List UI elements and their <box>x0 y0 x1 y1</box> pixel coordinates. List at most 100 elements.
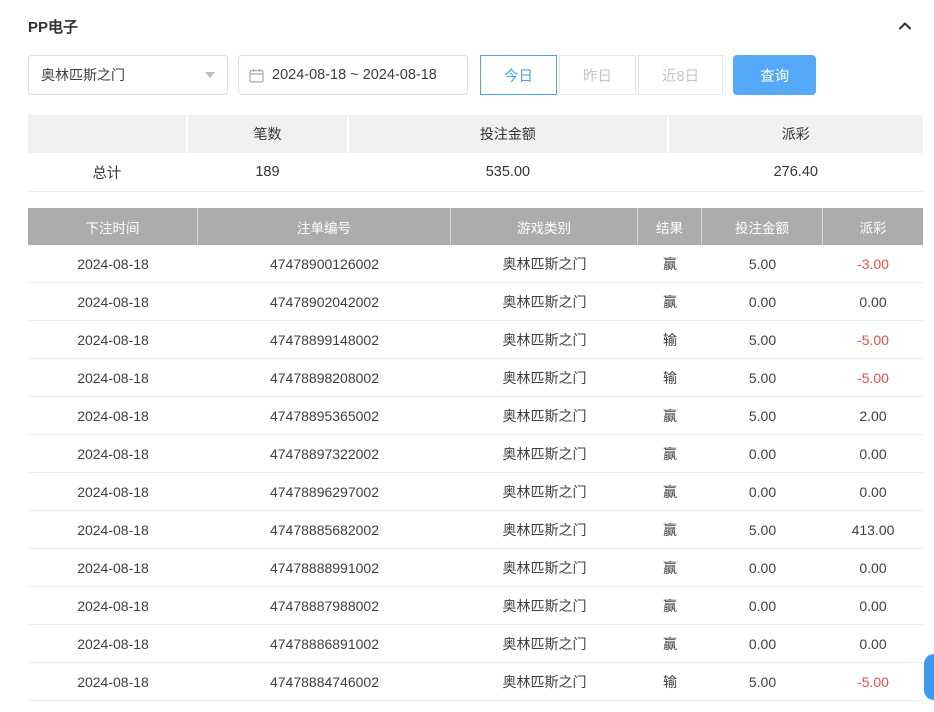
bet-records-table: 下注时间 注单编号 游戏类别 结果 投注金额 派彩 2024-08-184747… <box>28 208 923 701</box>
cell-time: 2024-08-18 <box>28 321 198 358</box>
cell-time: 2024-08-18 <box>28 435 198 472</box>
table-row: 2024-08-1847478902042002奥林匹斯之门赢0.000.00 <box>28 283 923 321</box>
cell-result: 输 <box>638 321 702 358</box>
panel-title: PP电子 <box>28 16 78 37</box>
cell-bet-amount: 5.00 <box>702 511 823 548</box>
cell-bet-amount: 5.00 <box>702 245 823 282</box>
cell-bet-id: 47478888991002 <box>198 549 451 586</box>
table-row: 2024-08-1847478888991002奥林匹斯之门赢0.000.00 <box>28 549 923 587</box>
cell-bet-id: 47478887988002 <box>198 587 451 624</box>
game-select[interactable]: 奥林匹斯之门 <box>28 55 228 95</box>
floating-widget-button[interactable] <box>924 654 934 700</box>
cell-bet-id: 47478900126002 <box>198 245 451 282</box>
cell-time: 2024-08-18 <box>28 283 198 320</box>
table-row: 2024-08-1847478895365002奥林匹斯之门赢5.002.00 <box>28 397 923 435</box>
cell-payout: 0.00 <box>823 625 923 662</box>
chevron-down-icon <box>205 72 215 78</box>
col-header-game: 游戏类别 <box>451 208 638 245</box>
cell-bet-amount: 0.00 <box>702 283 823 320</box>
cell-bet-id: 47478902042002 <box>198 283 451 320</box>
cell-time: 2024-08-18 <box>28 549 198 586</box>
cell-bet-amount: 0.00 <box>702 549 823 586</box>
summary-total-payout: 276.40 <box>669 153 923 191</box>
cell-payout: -3.00 <box>823 245 923 282</box>
summary-total-count: 189 <box>188 153 348 191</box>
summary-header-bet: 投注金额 <box>349 115 666 153</box>
date-range-value: 2024-08-18 ~ 2024-08-18 <box>272 67 437 83</box>
cell-payout: 2.00 <box>823 397 923 434</box>
cell-result: 赢 <box>638 625 702 662</box>
cell-bet-amount: 5.00 <box>702 321 823 358</box>
cell-bet-amount: 5.00 <box>702 359 823 396</box>
cell-bet-id: 47478899148002 <box>198 321 451 358</box>
cell-payout: -5.00 <box>823 663 923 700</box>
table-row: 2024-08-1847478887988002奥林匹斯之门赢0.000.00 <box>28 587 923 625</box>
col-header-payout: 派彩 <box>823 208 923 245</box>
cell-game: 奥林匹斯之门 <box>451 359 638 396</box>
cell-bet-amount: 5.00 <box>702 397 823 434</box>
cell-bet-amount: 0.00 <box>702 435 823 472</box>
cell-time: 2024-08-18 <box>28 511 198 548</box>
last8days-button[interactable]: 近8日 <box>638 55 723 95</box>
table-row: 2024-08-1847478885682002奥林匹斯之门赢5.00413.0… <box>28 511 923 549</box>
cell-payout: 0.00 <box>823 587 923 624</box>
cell-payout: 0.00 <box>823 549 923 586</box>
cell-result: 赢 <box>638 397 702 434</box>
cell-time: 2024-08-18 <box>28 663 198 700</box>
table-row: 2024-08-1847478896297002奥林匹斯之门赢0.000.00 <box>28 473 923 511</box>
cell-payout: 0.00 <box>823 435 923 472</box>
cell-bet-amount: 0.00 <box>702 473 823 510</box>
cell-time: 2024-08-18 <box>28 397 198 434</box>
cell-result: 赢 <box>638 473 702 510</box>
table-row: 2024-08-1847478897322002奥林匹斯之门赢0.000.00 <box>28 435 923 473</box>
summary-header-payout: 派彩 <box>669 115 923 153</box>
cell-payout: -5.00 <box>823 321 923 358</box>
cell-result: 赢 <box>638 435 702 472</box>
cell-game: 奥林匹斯之门 <box>451 663 638 700</box>
col-header-time: 下注时间 <box>28 208 198 245</box>
col-header-bet-id: 注单编号 <box>198 208 451 245</box>
cell-bet-amount: 0.00 <box>702 625 823 662</box>
cell-payout: 0.00 <box>823 283 923 320</box>
panel-header: PP电子 <box>28 13 923 39</box>
cell-time: 2024-08-18 <box>28 625 198 662</box>
cell-time: 2024-08-18 <box>28 245 198 282</box>
cell-game: 奥林匹斯之门 <box>451 587 638 624</box>
date-range-input[interactable]: 2024-08-18 ~ 2024-08-18 <box>238 55 468 95</box>
cell-bet-amount: 5.00 <box>702 663 823 700</box>
chevron-up-icon[interactable] <box>895 16 915 36</box>
table-row: 2024-08-1847478884746002奥林匹斯之门输5.00-5.00 <box>28 663 923 701</box>
query-button[interactable]: 查询 <box>733 55 816 95</box>
cell-result: 赢 <box>638 587 702 624</box>
cell-bet-id: 47478884746002 <box>198 663 451 700</box>
cell-game: 奥林匹斯之门 <box>451 549 638 586</box>
game-select-value: 奥林匹斯之门 <box>41 65 125 85</box>
cell-bet-id: 47478895365002 <box>198 397 451 434</box>
cell-game: 奥林匹斯之门 <box>451 397 638 434</box>
table-row: 2024-08-1847478898208002奥林匹斯之门输5.00-5.00 <box>28 359 923 397</box>
cell-bet-amount: 0.00 <box>702 587 823 624</box>
calendar-icon <box>249 68 264 83</box>
table-body: 2024-08-1847478900126002奥林匹斯之门赢5.00-3.00… <box>28 245 923 701</box>
cell-bet-id: 47478896297002 <box>198 473 451 510</box>
cell-game: 奥林匹斯之门 <box>451 473 638 510</box>
cell-game: 奥林匹斯之门 <box>451 245 638 282</box>
cell-result: 赢 <box>638 245 702 282</box>
summary-header-row: 笔数 投注金额 派彩 <box>28 115 923 153</box>
cell-time: 2024-08-18 <box>28 359 198 396</box>
cell-bet-id: 47478898208002 <box>198 359 451 396</box>
today-button[interactable]: 今日 <box>480 55 557 95</box>
cell-game: 奥林匹斯之门 <box>451 511 638 548</box>
yesterday-button[interactable]: 昨日 <box>559 55 636 95</box>
summary-total-bet: 535.00 <box>349 153 666 191</box>
summary-header-empty <box>28 115 186 153</box>
pp-electronic-panel: PP电子 奥林匹斯之门 2024-08-18 ~ 2024-08-18 今日 昨… <box>0 0 934 701</box>
cell-game: 奥林匹斯之门 <box>451 283 638 320</box>
col-header-bet-amount: 投注金额 <box>702 208 823 245</box>
cell-time: 2024-08-18 <box>28 473 198 510</box>
cell-bet-id: 47478886891002 <box>198 625 451 662</box>
cell-payout: -5.00 <box>823 359 923 396</box>
cell-time: 2024-08-18 <box>28 587 198 624</box>
cell-bet-id: 47478885682002 <box>198 511 451 548</box>
cell-payout: 0.00 <box>823 473 923 510</box>
